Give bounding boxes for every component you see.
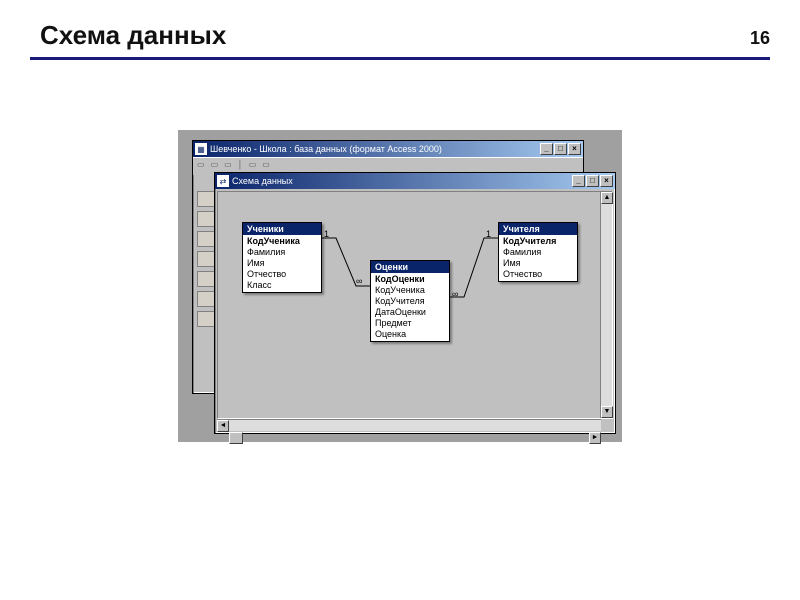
table-grades[interactable]: Оценки КодОценки КодУченика КодУчителя Д…: [370, 260, 450, 342]
resize-grip[interactable]: [601, 419, 613, 431]
field[interactable]: Имя: [499, 258, 577, 269]
scroll-down-icon[interactable]: ▼: [601, 406, 613, 418]
field[interactable]: Оценка: [371, 329, 449, 340]
table-teachers[interactable]: Учителя КодУчителя Фамилия Имя Отчество: [498, 222, 578, 282]
field[interactable]: Отчество: [243, 269, 321, 280]
minimize-button[interactable]: _: [572, 175, 585, 187]
vertical-scrollbar[interactable]: ▲ ▼: [600, 192, 612, 418]
cardinality-one: 1: [324, 229, 329, 239]
field[interactable]: Отчество: [499, 269, 577, 280]
field[interactable]: Предмет: [371, 318, 449, 329]
field[interactable]: КодУчителя: [371, 296, 449, 307]
maximize-button[interactable]: □: [586, 175, 599, 187]
cardinality-one: 1: [486, 229, 491, 239]
sidebar-icon[interactable]: [197, 251, 215, 267]
slide-header: Схема данных 16: [30, 20, 770, 60]
scroll-right-icon[interactable]: ►: [589, 432, 601, 444]
table-students[interactable]: Ученики КодУченика Фамилия Имя Отчество …: [242, 222, 322, 293]
sidebar-icon[interactable]: [197, 311, 215, 327]
table-header: Учителя: [499, 223, 577, 235]
field[interactable]: Класс: [243, 280, 321, 291]
field-pk[interactable]: КодУчителя: [499, 236, 577, 247]
close-button[interactable]: ×: [600, 175, 613, 187]
sidebar-icon[interactable]: [197, 291, 215, 307]
close-button[interactable]: ×: [568, 143, 581, 155]
cardinality-many: ∞: [452, 289, 458, 299]
relationships-icon: ⇄: [217, 175, 229, 187]
rel-window-title: Схема данных: [232, 176, 572, 186]
screenshot-area: ▦ Шевченко - Школа : база данных (формат…: [178, 130, 622, 442]
field-pk[interactable]: КодУченика: [243, 236, 321, 247]
scroll-thumb[interactable]: [229, 432, 243, 444]
field[interactable]: ДатаОценки: [371, 307, 449, 318]
slide-title: Схема данных: [30, 20, 750, 51]
db-window-title: Шевченко - Школа : база данных (формат A…: [210, 144, 540, 154]
field[interactable]: Имя: [243, 258, 321, 269]
sidebar-icon[interactable]: [197, 231, 215, 247]
access-icon: ▦: [195, 143, 207, 155]
sidebar-icon[interactable]: [197, 191, 215, 207]
scroll-left-icon[interactable]: ◄: [217, 420, 229, 432]
db-window-titlebar[interactable]: ▦ Шевченко - Школа : база данных (формат…: [193, 141, 583, 157]
schema-inner: 1 ∞ 1 ∞ Ученики КодУченика Фамилия Имя О…: [218, 192, 600, 418]
relationships-window: ⇄ Схема данных _ □ ×: [214, 172, 616, 434]
table-header: Оценки: [371, 261, 449, 273]
page-number: 16: [750, 28, 770, 49]
slide: Схема данных 16 ▦ Шевченко - Школа : баз…: [0, 0, 800, 442]
maximize-button[interactable]: □: [554, 143, 567, 155]
scroll-up-icon[interactable]: ▲: [601, 192, 613, 204]
horizontal-scrollbar[interactable]: ◄ ►: [217, 419, 601, 431]
field-pk[interactable]: КодОценки: [371, 274, 449, 285]
table-header: Ученики: [243, 223, 321, 235]
field[interactable]: Фамилия: [499, 247, 577, 258]
field[interactable]: Фамилия: [243, 247, 321, 258]
field[interactable]: КодУченика: [371, 285, 449, 296]
rel-window-titlebar[interactable]: ⇄ Схема данных _ □ ×: [215, 173, 615, 189]
sidebar-icon[interactable]: [197, 211, 215, 227]
minimize-button[interactable]: _: [540, 143, 553, 155]
cardinality-many: ∞: [356, 276, 362, 286]
schema-canvas[interactable]: 1 ∞ 1 ∞ Ученики КодУченика Фамилия Имя О…: [217, 191, 613, 419]
sidebar-icon[interactable]: [197, 271, 215, 287]
